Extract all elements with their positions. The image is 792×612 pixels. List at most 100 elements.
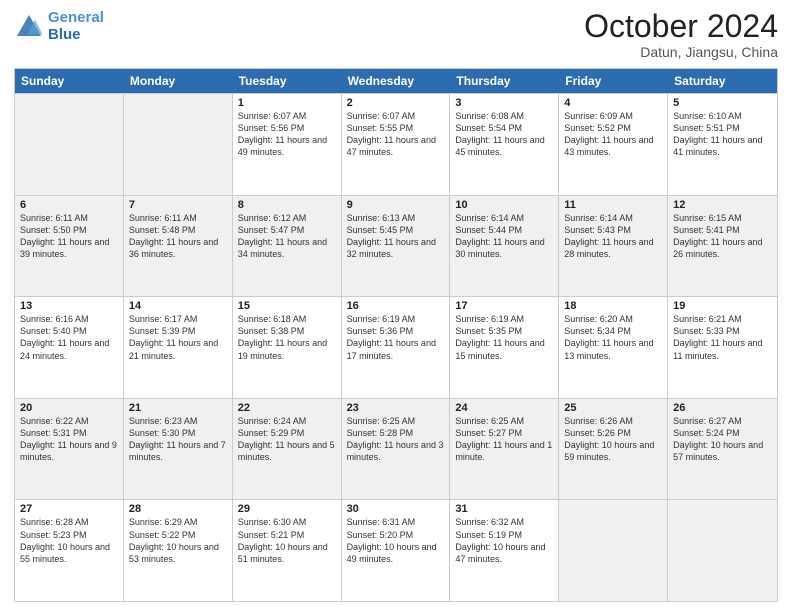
cell-info: Sunrise: 6:26 AM Sunset: 5:26 PM Dayligh… (564, 415, 662, 464)
day-number: 31 (455, 503, 553, 515)
cell-info: Sunrise: 6:19 AM Sunset: 5:35 PM Dayligh… (455, 313, 553, 362)
cell-info: Sunrise: 6:14 AM Sunset: 5:44 PM Dayligh… (455, 212, 553, 261)
calendar-cell: 18Sunrise: 6:20 AM Sunset: 5:34 PM Dayli… (559, 297, 668, 398)
calendar-cell: 8Sunrise: 6:12 AM Sunset: 5:47 PM Daylig… (233, 196, 342, 297)
calendar-cell: 2Sunrise: 6:07 AM Sunset: 5:55 PM Daylig… (342, 94, 451, 195)
calendar-cell: 17Sunrise: 6:19 AM Sunset: 5:35 PM Dayli… (450, 297, 559, 398)
calendar-cell: 11Sunrise: 6:14 AM Sunset: 5:43 PM Dayli… (559, 196, 668, 297)
logo-icon (14, 12, 44, 42)
cell-info: Sunrise: 6:10 AM Sunset: 5:51 PM Dayligh… (673, 110, 772, 159)
day-number: 25 (564, 402, 662, 414)
calendar-cell: 6Sunrise: 6:11 AM Sunset: 5:50 PM Daylig… (15, 196, 124, 297)
cell-info: Sunrise: 6:27 AM Sunset: 5:24 PM Dayligh… (673, 415, 772, 464)
location: Datun, Jiangsu, China (584, 44, 778, 60)
calendar-cell: 7Sunrise: 6:11 AM Sunset: 5:48 PM Daylig… (124, 196, 233, 297)
header-tuesday: Tuesday (233, 69, 342, 93)
calendar-cell: 20Sunrise: 6:22 AM Sunset: 5:31 PM Dayli… (15, 399, 124, 500)
day-number: 19 (673, 300, 772, 312)
calendar-row: 13Sunrise: 6:16 AM Sunset: 5:40 PM Dayli… (15, 296, 777, 398)
calendar-cell: 21Sunrise: 6:23 AM Sunset: 5:30 PM Dayli… (124, 399, 233, 500)
calendar-cell-empty (124, 94, 233, 195)
cell-info: Sunrise: 6:17 AM Sunset: 5:39 PM Dayligh… (129, 313, 227, 362)
cell-info: Sunrise: 6:28 AM Sunset: 5:23 PM Dayligh… (20, 516, 118, 565)
day-number: 11 (564, 199, 662, 211)
cell-info: Sunrise: 6:31 AM Sunset: 5:20 PM Dayligh… (347, 516, 445, 565)
day-number: 29 (238, 503, 336, 515)
header-friday: Friday (559, 69, 668, 93)
cell-info: Sunrise: 6:30 AM Sunset: 5:21 PM Dayligh… (238, 516, 336, 565)
day-number: 20 (20, 402, 118, 414)
calendar-cell: 16Sunrise: 6:19 AM Sunset: 5:36 PM Dayli… (342, 297, 451, 398)
calendar-row: 20Sunrise: 6:22 AM Sunset: 5:31 PM Dayli… (15, 398, 777, 500)
day-number: 16 (347, 300, 445, 312)
cell-info: Sunrise: 6:19 AM Sunset: 5:36 PM Dayligh… (347, 313, 445, 362)
day-number: 22 (238, 402, 336, 414)
logo: General Blue (14, 10, 104, 43)
calendar-body: 1Sunrise: 6:07 AM Sunset: 5:56 PM Daylig… (15, 93, 777, 601)
day-number: 7 (129, 199, 227, 211)
calendar-cell: 25Sunrise: 6:26 AM Sunset: 5:26 PM Dayli… (559, 399, 668, 500)
cell-info: Sunrise: 6:22 AM Sunset: 5:31 PM Dayligh… (20, 415, 118, 464)
calendar-cell: 19Sunrise: 6:21 AM Sunset: 5:33 PM Dayli… (668, 297, 777, 398)
day-number: 26 (673, 402, 772, 414)
day-number: 14 (129, 300, 227, 312)
cell-info: Sunrise: 6:21 AM Sunset: 5:33 PM Dayligh… (673, 313, 772, 362)
day-number: 2 (347, 97, 445, 109)
calendar-cell-empty (668, 500, 777, 601)
day-number: 12 (673, 199, 772, 211)
day-number: 9 (347, 199, 445, 211)
day-number: 21 (129, 402, 227, 414)
day-number: 17 (455, 300, 553, 312)
day-number: 15 (238, 300, 336, 312)
calendar-cell: 28Sunrise: 6:29 AM Sunset: 5:22 PM Dayli… (124, 500, 233, 601)
calendar: Sunday Monday Tuesday Wednesday Thursday… (14, 68, 778, 602)
cell-info: Sunrise: 6:20 AM Sunset: 5:34 PM Dayligh… (564, 313, 662, 362)
day-number: 28 (129, 503, 227, 515)
cell-info: Sunrise: 6:15 AM Sunset: 5:41 PM Dayligh… (673, 212, 772, 261)
calendar-cell: 24Sunrise: 6:25 AM Sunset: 5:27 PM Dayli… (450, 399, 559, 500)
header-saturday: Saturday (668, 69, 777, 93)
header-thursday: Thursday (450, 69, 559, 93)
cell-info: Sunrise: 6:29 AM Sunset: 5:22 PM Dayligh… (129, 516, 227, 565)
cell-info: Sunrise: 6:08 AM Sunset: 5:54 PM Dayligh… (455, 110, 553, 159)
day-number: 5 (673, 97, 772, 109)
cell-info: Sunrise: 6:11 AM Sunset: 5:50 PM Dayligh… (20, 212, 118, 261)
calendar-cell: 23Sunrise: 6:25 AM Sunset: 5:28 PM Dayli… (342, 399, 451, 500)
logo-text: General Blue (48, 10, 104, 43)
calendar-cell: 3Sunrise: 6:08 AM Sunset: 5:54 PM Daylig… (450, 94, 559, 195)
day-number: 3 (455, 97, 553, 109)
header-monday: Monday (124, 69, 233, 93)
day-number: 8 (238, 199, 336, 211)
calendar-cell: 26Sunrise: 6:27 AM Sunset: 5:24 PM Dayli… (668, 399, 777, 500)
calendar-cell-empty (15, 94, 124, 195)
month-title: October 2024 (584, 10, 778, 42)
day-number: 24 (455, 402, 553, 414)
calendar-row: 27Sunrise: 6:28 AM Sunset: 5:23 PM Dayli… (15, 499, 777, 601)
page: General Blue October 2024 Datun, Jiangsu… (0, 0, 792, 612)
cell-info: Sunrise: 6:11 AM Sunset: 5:48 PM Dayligh… (129, 212, 227, 261)
day-number: 4 (564, 97, 662, 109)
calendar-cell: 14Sunrise: 6:17 AM Sunset: 5:39 PM Dayli… (124, 297, 233, 398)
calendar-cell: 29Sunrise: 6:30 AM Sunset: 5:21 PM Dayli… (233, 500, 342, 601)
day-number: 18 (564, 300, 662, 312)
cell-info: Sunrise: 6:12 AM Sunset: 5:47 PM Dayligh… (238, 212, 336, 261)
calendar-cell: 12Sunrise: 6:15 AM Sunset: 5:41 PM Dayli… (668, 196, 777, 297)
cell-info: Sunrise: 6:16 AM Sunset: 5:40 PM Dayligh… (20, 313, 118, 362)
header-sunday: Sunday (15, 69, 124, 93)
cell-info: Sunrise: 6:25 AM Sunset: 5:28 PM Dayligh… (347, 415, 445, 464)
calendar-cell: 30Sunrise: 6:31 AM Sunset: 5:20 PM Dayli… (342, 500, 451, 601)
day-number: 13 (20, 300, 118, 312)
calendar-cell: 27Sunrise: 6:28 AM Sunset: 5:23 PM Dayli… (15, 500, 124, 601)
cell-info: Sunrise: 6:24 AM Sunset: 5:29 PM Dayligh… (238, 415, 336, 464)
calendar-cell: 5Sunrise: 6:10 AM Sunset: 5:51 PM Daylig… (668, 94, 777, 195)
day-number: 6 (20, 199, 118, 211)
calendar-cell: 13Sunrise: 6:16 AM Sunset: 5:40 PM Dayli… (15, 297, 124, 398)
cell-info: Sunrise: 6:07 AM Sunset: 5:55 PM Dayligh… (347, 110, 445, 159)
cell-info: Sunrise: 6:25 AM Sunset: 5:27 PM Dayligh… (455, 415, 553, 464)
cell-info: Sunrise: 6:14 AM Sunset: 5:43 PM Dayligh… (564, 212, 662, 261)
cell-info: Sunrise: 6:09 AM Sunset: 5:52 PM Dayligh… (564, 110, 662, 159)
calendar-cell: 4Sunrise: 6:09 AM Sunset: 5:52 PM Daylig… (559, 94, 668, 195)
cell-info: Sunrise: 6:23 AM Sunset: 5:30 PM Dayligh… (129, 415, 227, 464)
day-number: 10 (455, 199, 553, 211)
calendar-cell: 15Sunrise: 6:18 AM Sunset: 5:38 PM Dayli… (233, 297, 342, 398)
